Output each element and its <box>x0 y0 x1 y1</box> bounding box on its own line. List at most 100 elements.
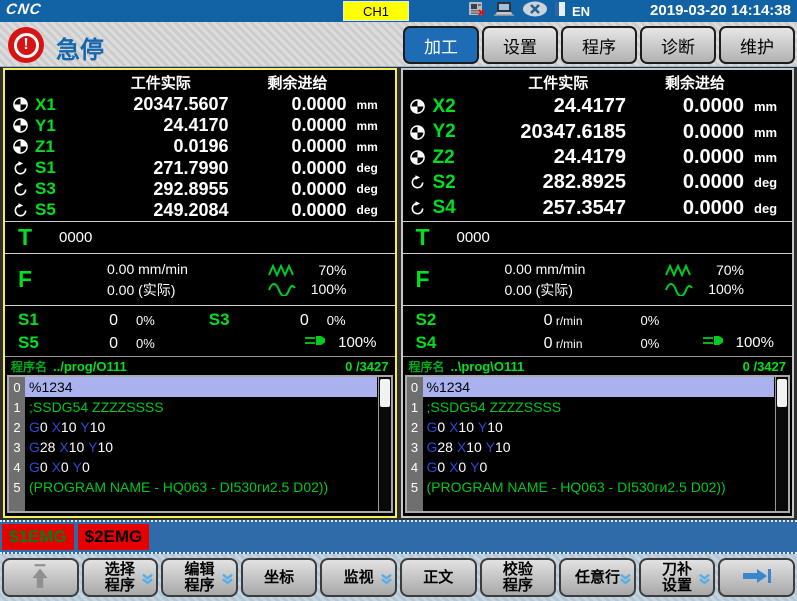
program-line-1[interactable]: 1;SSDG54 ZZZZSSSS <box>9 397 377 417</box>
program-scrollbar[interactable] <box>378 377 391 511</box>
spindle-unit: r/min <box>553 314 583 328</box>
code-address: Y <box>486 439 495 455</box>
axis-row-s5: S5249.20840.0000deg <box>5 200 395 221</box>
axis-name: S4 <box>433 197 481 219</box>
program-line-3[interactable]: 3G28 X10 Y10 <box>9 437 377 457</box>
program-listing: 0%12341;SSDG54 ZZZZSSSS2G0 X10 Y103G28 X… <box>405 375 791 513</box>
axis-actual-value: 20347.6185 <box>481 121 637 144</box>
axis-position-icon <box>403 99 433 114</box>
program-line-3[interactable]: 3G28 X10 Y10 <box>407 437 775 457</box>
softkey-monitor[interactable]: 监视 <box>320 558 397 597</box>
axis-row-x2: X224.41770.0000mm <box>403 94 793 119</box>
program-scrollbar[interactable] <box>775 377 788 511</box>
program-line-2[interactable]: 2G0 X10 Y10 <box>407 417 775 437</box>
chevron-down-icon <box>380 573 393 589</box>
axis-name: X2 <box>433 96 481 118</box>
softkey-edit-program[interactable]: 编辑 程序 <box>161 558 238 597</box>
tab-program[interactable]: 程序 <box>561 26 637 64</box>
axis-table-header: 工件实际 剩余进给 <box>403 70 793 94</box>
softkey-next[interactable] <box>718 558 795 597</box>
code-number: 10 <box>458 419 477 435</box>
softkey-label: 监视 <box>344 570 374 586</box>
tab-maintenance[interactable]: 维护 <box>719 26 795 64</box>
axis-unit: deg <box>357 182 395 196</box>
next-arrow-icon <box>740 566 774 590</box>
channel-tab[interactable]: CH1 <box>343 1 409 21</box>
alarm-badge: $1EMG <box>2 524 74 550</box>
spindle-name: S4 <box>416 333 458 353</box>
program-line-4[interactable]: 4G0 X0 Y0 <box>407 457 775 477</box>
axis-actual-value: 0.0196 <box>83 136 239 157</box>
line-number: 2 <box>9 420 25 435</box>
program-line-2[interactable]: 2G0 X10 Y10 <box>9 417 377 437</box>
spindle-override: 100% <box>659 334 784 352</box>
softkey-select-program[interactable]: 选择 程序 <box>82 558 159 597</box>
program-line-1[interactable]: 1;SSDG54 ZZZZSSSS <box>407 397 775 417</box>
rapid-override-pct: 70% <box>704 262 756 278</box>
softkey-label: 坐标 <box>264 570 294 586</box>
code-number: 10 <box>90 419 106 435</box>
axis-rotation-icon <box>403 201 433 216</box>
spindle-unit: r/min <box>553 337 583 351</box>
softkey-label: 选择 程序 <box>105 562 135 594</box>
code-address: G <box>29 419 40 435</box>
axis-actual-value: 24.4177 <box>481 95 637 118</box>
program-line-text: G0 X0 Y0 <box>25 457 377 477</box>
program-line-0[interactable]: 0%1234 <box>407 377 775 397</box>
spindle-override-icon <box>702 334 728 352</box>
softkey-coordinates[interactable]: 坐标 <box>241 558 318 597</box>
spindle-name: S1 <box>18 310 60 330</box>
emergency-stop-icon: ! <box>8 27 44 63</box>
axis-name: S2 <box>433 172 481 194</box>
feed-rate-programmed: 0.00 mm/min <box>107 259 267 279</box>
program-scrollbar-thumb[interactable] <box>777 379 787 407</box>
tab-settings[interactable]: 设置 <box>482 26 558 64</box>
program-line-5[interactable]: 5(PROGRAM NAME - HQ063 - DI530ги2.5 D02)… <box>9 477 377 497</box>
chevron-down-icon <box>698 573 711 589</box>
spindle-speed: 0 r/min <box>458 312 583 330</box>
program-path: ../prog/O111 <box>53 359 127 374</box>
softkey-label: 校验 程序 <box>503 562 533 594</box>
program-line-4[interactable]: 4G0 X0 Y0 <box>9 457 377 477</box>
tab-machining[interactable]: 加工 <box>403 26 479 64</box>
program-line-text: G0 X10 Y10 <box>423 417 775 437</box>
program-line-counter: 0 /3427 <box>743 359 786 374</box>
softkey-tool-comp[interactable]: 刀补 设置 <box>639 558 716 597</box>
code-address: X <box>449 419 458 435</box>
feed-display: F 0.00 mm/min 0.00 (实际) 70% 100% <box>5 254 395 306</box>
axis-row-y2: Y220347.61850.0000mm <box>403 119 793 144</box>
feed-override-icon <box>664 283 704 296</box>
program-line-text: (PROGRAM NAME - HQ063 - DI530ги2.5 D02)) <box>423 477 775 497</box>
code-address: X <box>457 439 466 455</box>
softkey-any-line[interactable]: 任意行 <box>559 558 636 597</box>
feed-rate-programmed: 0.00 mm/min <box>505 259 665 279</box>
language-indicator[interactable]: EN <box>572 4 590 19</box>
softkey-back[interactable] <box>2 558 79 597</box>
axis-row-x1: X120347.56070.0000mm <box>5 94 395 115</box>
datetime-display: 2019-03-20 14:14:38 <box>650 2 791 19</box>
program-line-0[interactable]: 0%1234 <box>9 377 377 397</box>
spindle-load-pct: 0% <box>136 336 155 351</box>
axis-unit: mm <box>357 119 395 133</box>
code-number: 0 <box>82 459 90 475</box>
axis-position-icon <box>403 150 433 165</box>
axis-remain-value: 0.0000 <box>239 136 357 157</box>
program-line-5[interactable]: 5(PROGRAM NAME - HQ063 - DI530ги2.5 D02)… <box>407 477 775 497</box>
axis-unit: mm <box>754 150 792 165</box>
axis-actual-value: 282.8925 <box>481 171 637 194</box>
spindle-display: S100%S300%S500%100% <box>5 306 395 356</box>
program-name-label: 程序名 <box>409 358 445 375</box>
machine-status-icon <box>468 1 486 22</box>
axis-unit: mm <box>754 125 792 140</box>
axis-unit: deg <box>754 201 792 216</box>
axis-name: Z2 <box>433 147 481 169</box>
chevron-down-icon <box>141 573 154 589</box>
softkey-toolbar: 选择 程序编辑 程序 坐标 监视 正文校验 程序任意行刀补 设置 <box>0 554 797 601</box>
line-number: 2 <box>407 420 423 435</box>
axis-row-z1: Z10.01960.0000mm <box>5 136 395 157</box>
softkey-verify-program[interactable]: 校验 程序 <box>480 558 557 597</box>
program-scrollbar-thumb[interactable] <box>380 379 390 407</box>
softkey-text[interactable]: 正文 <box>400 558 477 597</box>
tab-diagnosis[interactable]: 诊断 <box>640 26 716 64</box>
program-line-text: G28 X10 Y10 <box>423 437 775 457</box>
